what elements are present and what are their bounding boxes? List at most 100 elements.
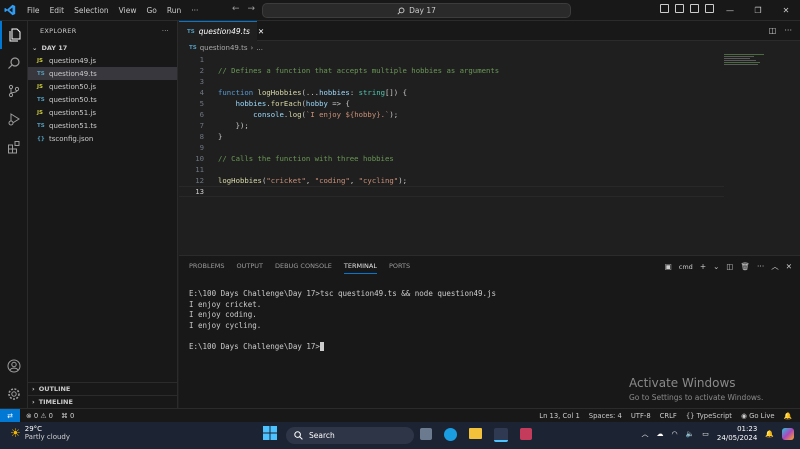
toggle-sidebar-icon[interactable]	[660, 4, 669, 13]
manage-gear-icon[interactable]	[0, 380, 28, 408]
line-number: 12	[195, 176, 204, 185]
back-arrow-icon[interactable]: ←	[232, 4, 240, 14]
new-terminal-icon[interactable]: +	[700, 262, 706, 271]
file-label: tsconfig.json	[49, 134, 94, 143]
file-item[interactable]: JS question51.js	[28, 106, 177, 119]
edge-browser-icon[interactable]	[444, 428, 457, 441]
code-line: 3	[179, 76, 724, 87]
status-bar: ⇄ ⊗ 0 ⚠ 0 ⌘ 0 Ln 13, Col 1 Spaces: 4 UTF…	[0, 408, 800, 423]
tab-ports[interactable]: PORTS	[389, 262, 410, 274]
close-panel-icon[interactable]: ✕	[786, 262, 792, 271]
close-icon[interactable]: ✕	[772, 0, 800, 21]
accounts-icon[interactable]	[0, 352, 28, 380]
problems-status[interactable]: ⊗ 0 ⚠ 0	[26, 412, 53, 420]
extensions-icon[interactable]	[0, 133, 28, 161]
file-item[interactable]: {} tsconfig.json	[28, 132, 177, 145]
clock-date: 24/05/2024	[716, 434, 758, 442]
file-item[interactable]: JS question49.js	[28, 54, 177, 67]
menu-more[interactable]: ···	[186, 6, 203, 15]
maximize-panel-icon[interactable]: ︿	[771, 261, 779, 272]
tab-terminal[interactable]: TERMINAL	[343, 262, 377, 274]
code-editor[interactable]: 1 2 // Defines a function that accepts m…	[179, 54, 724, 254]
file-label: question51.ts	[49, 121, 97, 130]
menu-go[interactable]: Go	[141, 6, 161, 15]
copilot-icon[interactable]	[782, 428, 794, 440]
panel-more-icon[interactable]: ···	[757, 262, 764, 271]
menu-view[interactable]: View	[114, 6, 142, 15]
run-debug-icon[interactable]	[0, 105, 28, 133]
breadcrumb-file[interactable]: question49.ts	[200, 44, 248, 52]
notification-bell-icon[interactable]: 🔔	[765, 430, 774, 438]
source-control-icon[interactable]	[0, 77, 28, 105]
explorer-more-icon[interactable]: ···	[162, 27, 169, 35]
customize-layout-icon[interactable]	[705, 4, 714, 13]
minimize-icon[interactable]: —	[716, 0, 744, 21]
taskbar-search[interactable]: Search	[286, 427, 414, 444]
taskbar-search-label: Search	[309, 431, 335, 440]
tab-debug-console[interactable]: DEBUG CONSOLE	[275, 262, 332, 274]
clock[interactable]: 01:23 24/05/2024	[717, 425, 757, 443]
chevron-up-icon[interactable]: ︿	[641, 429, 648, 439]
weather-widget[interactable]: ☀ 29°C Partly cloudy	[10, 425, 70, 441]
timeline-section[interactable]: › TIMELINE	[28, 395, 178, 407]
breadcrumb-more[interactable]: ...	[256, 44, 263, 52]
file-item[interactable]: TS question50.ts	[28, 93, 177, 106]
wifi-icon[interactable]: ◠	[671, 430, 677, 438]
chevron-down-icon[interactable]: ⌄	[713, 262, 719, 271]
menu-edit[interactable]: Edit	[45, 6, 70, 15]
toggle-panel-icon[interactable]	[675, 4, 684, 13]
toggle-secondary-sidebar-icon[interactable]	[690, 4, 699, 13]
file-explorer-icon[interactable]	[469, 428, 482, 439]
panel-tabs: PROBLEMS OUTPUT DEBUG CONSOLE TERMINAL P…	[189, 262, 410, 274]
forward-arrow-icon[interactable]: →	[248, 4, 256, 14]
snipping-tool-icon[interactable]	[520, 428, 532, 440]
language-mode[interactable]: {} TypeScript	[686, 412, 732, 420]
outline-section[interactable]: › OUTLINE	[28, 382, 178, 394]
terminal-output[interactable]: E:\100 Days Challenge\Day 17>tsc questio…	[189, 289, 496, 352]
file-item[interactable]: TS question51.ts	[28, 119, 177, 132]
activity-bar	[0, 21, 28, 408]
command-center-label: Day 17	[409, 6, 436, 15]
menu-selection[interactable]: Selection	[69, 6, 114, 15]
terminal-prompt-line: E:\100 Days Challenge\Day 17>	[189, 342, 496, 353]
ports-status[interactable]: ⌘ 0	[61, 412, 74, 420]
vscode-taskbar-icon[interactable]	[494, 428, 508, 442]
encoding[interactable]: UTF-8	[631, 412, 651, 420]
tab-question49-ts[interactable]: TS question49.ts ✕	[179, 21, 264, 41]
notifications-bell-icon[interactable]: 🔔	[784, 412, 792, 420]
tab-problems[interactable]: PROBLEMS	[189, 262, 224, 274]
code-line: 1	[179, 54, 724, 65]
task-view-icon[interactable]	[420, 428, 432, 440]
tab-output[interactable]: OUTPUT	[236, 262, 263, 274]
cursor-position[interactable]: Ln 13, Col 1	[539, 412, 580, 420]
restore-icon[interactable]: ❐	[744, 0, 772, 21]
terminal-shell-label[interactable]: cmd	[679, 263, 693, 271]
go-live-button[interactable]: ◉ Go Live	[741, 412, 775, 420]
close-tab-icon[interactable]: ✕	[258, 27, 264, 36]
folder-day-17[interactable]: ⌄ DAY 17	[28, 41, 177, 54]
editor-more-icon[interactable]: ···	[784, 26, 792, 35]
kill-terminal-icon[interactable]: 🗑	[741, 262, 751, 271]
js-file-icon: JS	[37, 57, 44, 64]
weather-temp: 29°C	[24, 425, 43, 433]
file-item-selected[interactable]: TS question49.ts	[28, 67, 177, 80]
cloud-icon[interactable]: ☁	[656, 430, 663, 438]
search-view-icon[interactable]	[0, 49, 28, 77]
menu-file[interactable]: File	[22, 6, 45, 15]
start-button[interactable]	[263, 426, 277, 442]
minimap[interactable]	[724, 54, 790, 84]
ports-count: 0	[69, 411, 75, 420]
end-of-line[interactable]: CRLF	[660, 412, 677, 420]
menu-run[interactable]: Run	[162, 6, 186, 15]
timeline-label: TIMELINE	[38, 397, 73, 406]
file-item[interactable]: JS question50.js	[28, 80, 177, 93]
explorer-icon[interactable]	[0, 21, 28, 49]
remote-indicator-icon[interactable]: ⇄	[0, 408, 20, 423]
speaker-icon[interactable]: 🔈	[686, 430, 695, 438]
split-terminal-icon[interactable]: ◫	[726, 262, 733, 271]
split-editor-icon[interactable]: ◫	[769, 26, 777, 35]
indentation[interactable]: Spaces: 4	[589, 412, 622, 420]
battery-icon[interactable]: ▭	[702, 430, 709, 438]
command-center-search[interactable]: Day 17	[262, 3, 571, 18]
